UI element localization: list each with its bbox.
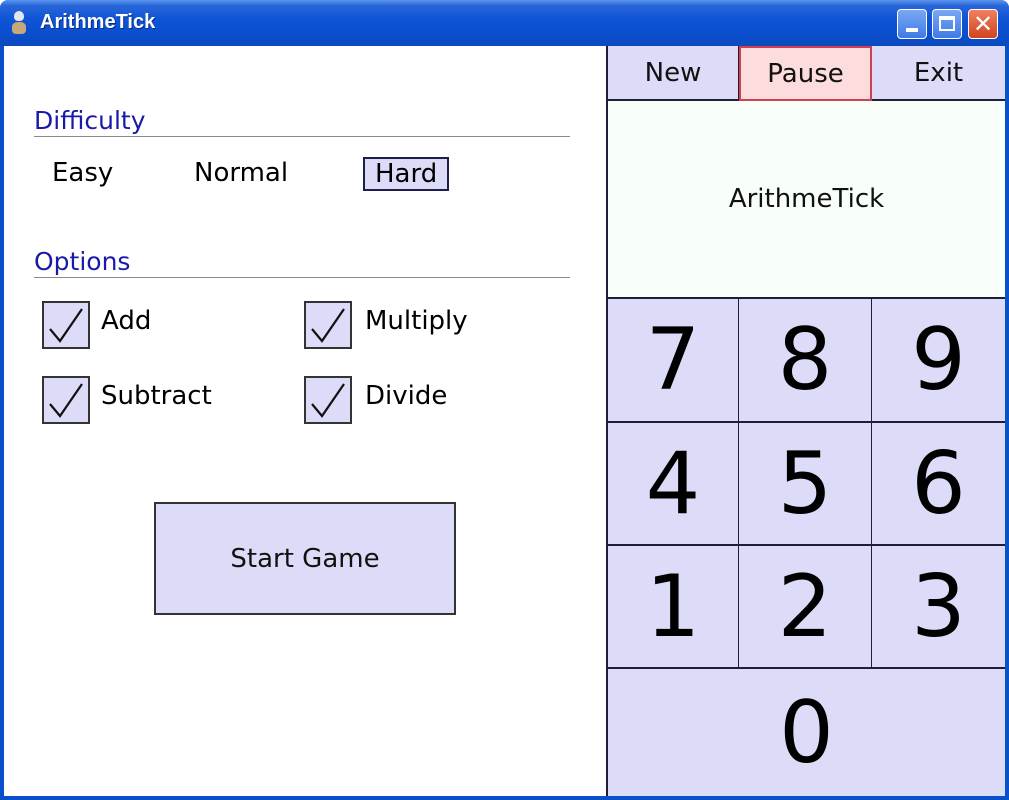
maximize-button[interactable] [932,9,962,39]
window-title: ArithmeTick [40,11,156,33]
add-checkbox[interactable] [42,301,90,349]
key-4[interactable]: 4 [608,423,739,546]
add-label[interactable]: Add [101,306,151,336]
exit-button[interactable]: Exit [872,46,1005,101]
subtract-label[interactable]: Subtract [101,381,212,411]
options-heading: Options [34,247,131,276]
key-0[interactable]: 0 [608,669,1005,796]
minimize-icon [906,28,918,32]
key-5[interactable]: 5 [739,423,872,546]
options-divider [34,277,570,278]
subtract-checkbox[interactable] [42,376,90,424]
hourglass-icon [12,11,26,35]
close-icon: ✕ [972,10,994,38]
start-game-button[interactable]: Start Game [154,502,456,615]
app-window: ArithmeTick ✕ Difficulty Easy Normal Har… [0,0,1009,800]
game-display: ArithmeTick [608,101,1005,299]
multiply-label[interactable]: Multiply [365,306,468,336]
difficulty-hard[interactable]: Hard [363,157,450,191]
checkmark-icon [49,383,83,418]
checkmark-icon [311,308,345,343]
difficulty-normal[interactable]: Normal [194,158,288,188]
key-9[interactable]: 9 [872,299,1005,423]
pause-button[interactable]: Pause [739,46,872,101]
key-1[interactable]: 1 [608,546,739,669]
key-3[interactable]: 3 [872,546,1005,669]
checkmark-icon [49,308,83,343]
close-button[interactable]: ✕ [968,9,998,39]
multiply-checkbox[interactable] [304,301,352,349]
game-panel: New Pause Exit ArithmeTick 7 8 9 4 5 6 1… [606,46,1005,796]
client-area: Difficulty Easy Normal Hard Options Add … [4,46,1005,796]
minimize-button[interactable] [897,9,927,39]
key-7[interactable]: 7 [608,299,739,423]
maximize-icon [939,16,955,31]
new-button[interactable]: New [608,46,739,101]
key-6[interactable]: 6 [872,423,1005,546]
difficulty-easy[interactable]: Easy [52,158,113,188]
difficulty-divider [34,136,570,137]
key-8[interactable]: 8 [739,299,872,423]
difficulty-heading: Difficulty [34,106,146,135]
title-bar[interactable]: ArithmeTick ✕ [0,0,1009,46]
checkmark-icon [311,383,345,418]
divide-label[interactable]: Divide [365,381,447,411]
divide-checkbox[interactable] [304,376,352,424]
key-2[interactable]: 2 [739,546,872,669]
